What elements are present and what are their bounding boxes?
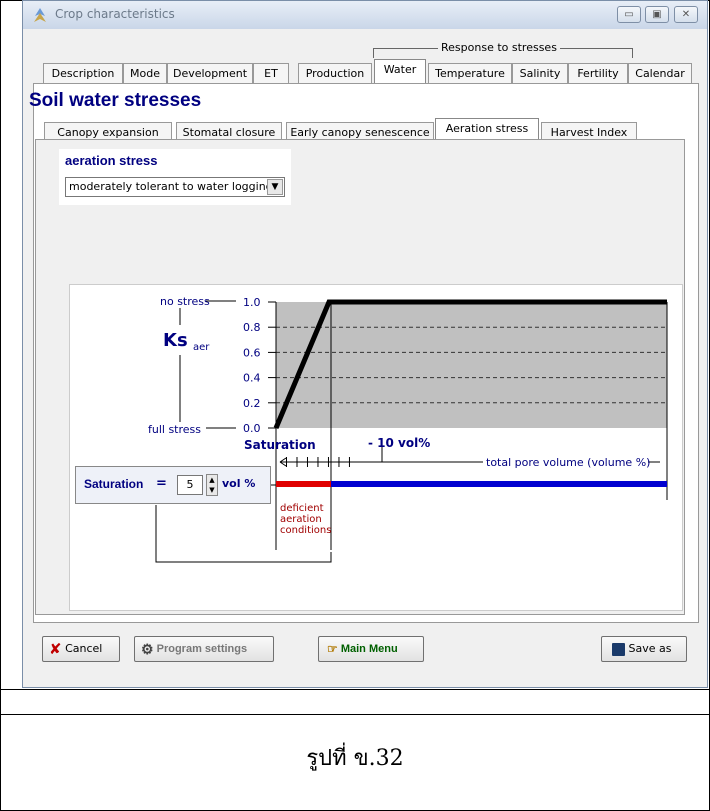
saturation-input[interactable]: 5 [177,475,203,495]
spin-down-icon[interactable]: ▼ [209,486,214,494]
tab-et[interactable]: ET [253,63,289,83]
cancel-label: Cancel [65,642,103,655]
chart-panel [69,284,683,611]
separator-top [0,689,710,690]
tab-development[interactable]: Development [167,63,253,83]
aeration-stress-label: aeration stress [65,153,158,168]
program-settings-button[interactable]: ⚙ Program settings [134,636,274,662]
saturation-equals: = [156,476,167,491]
tab-temperature[interactable]: Temperature [428,63,512,83]
tab-calendar[interactable]: Calendar [628,63,692,83]
saturation-spinner[interactable]: ▲ ▼ [206,474,218,496]
close-icon[interactable]: ✕ [674,6,698,23]
minimize-icon[interactable]: ▭ [617,6,641,23]
aeration-stress-select[interactable]: moderately tolerant to water logging ▼ [65,177,285,197]
settings-icon: ⚙ [141,641,154,658]
figure-caption: รูปที่ ข.32 [306,746,404,771]
group-label: Response to stresses [438,41,560,54]
pointing-hand-icon: ☞ [327,642,338,657]
chevron-down-icon[interactable]: ▼ [267,179,283,195]
program-settings-label: Program settings [156,643,248,655]
saturation-unit: vol % [222,477,256,490]
app-icon [34,8,46,22]
aeration-stress-box: aeration stress moderately tolerant to w… [59,149,291,205]
saturation-label: Saturation [84,477,144,491]
window-title: Crop characteristics [55,7,175,21]
save-as-label: Save as [628,642,672,655]
aeration-stress-value: moderately tolerant to water logging [69,180,273,193]
cancel-button[interactable]: ✘ Cancel [42,636,120,662]
saturation-box: Saturation = 5 ▲ ▼ vol % [75,466,271,504]
tab-description[interactable]: Description [43,63,123,83]
tab-water[interactable]: Water [374,59,426,83]
spin-up-icon[interactable]: ▲ [209,476,214,484]
main-menu-label: Main Menu [340,643,398,655]
tab-salinity[interactable]: Salinity [512,63,568,83]
tab-fertility[interactable]: Fertility [568,63,628,83]
tab-mode[interactable]: Mode [123,63,167,83]
floppy-disk-icon [612,642,625,656]
title-bar: Crop characteristics ▭ ▣ ✕ [23,1,707,29]
save-as-button[interactable]: Save as [601,636,687,662]
tab-production[interactable]: Production [298,63,372,83]
main-menu-button[interactable]: ☞ Main Menu [318,636,424,662]
page-title: Soil water stresses [29,90,202,111]
separator-mid [0,714,710,715]
maximize-icon[interactable]: ▣ [645,6,669,23]
cancel-x-icon: ✘ [49,640,62,658]
